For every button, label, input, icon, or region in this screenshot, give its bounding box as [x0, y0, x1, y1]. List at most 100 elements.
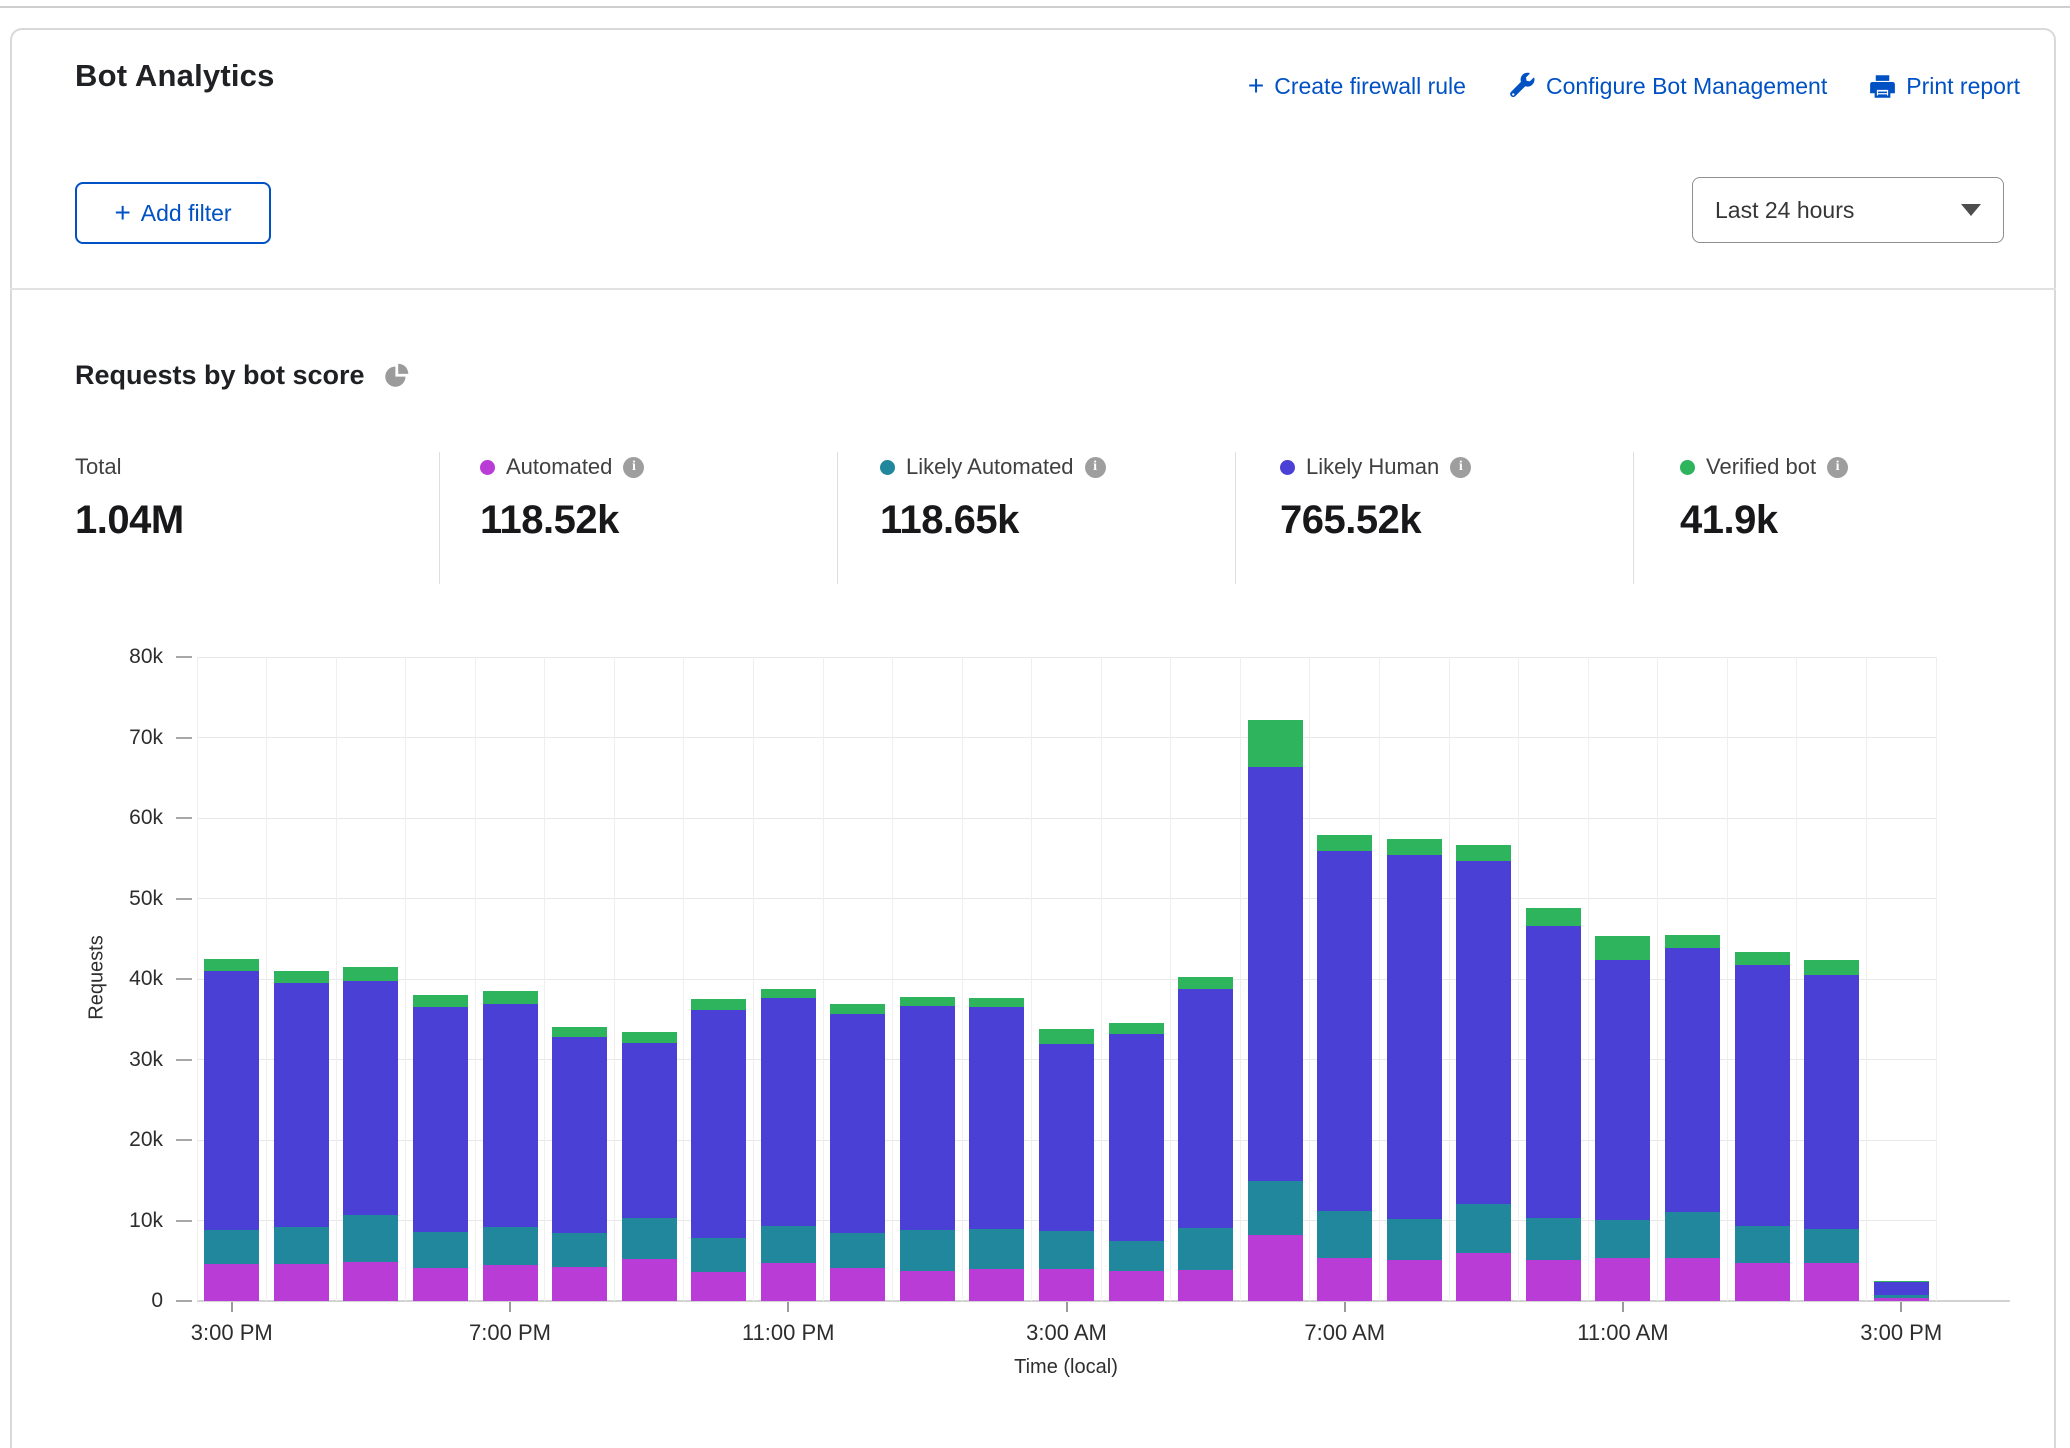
bar-segment-likely-human[interactable] [552, 1037, 607, 1233]
bar-3-00-PM[interactable] [1874, 1281, 1929, 1301]
bar-segment-likely-human[interactable] [343, 981, 398, 1215]
bar-10-00-AM[interactable] [1526, 908, 1581, 1301]
bar-segment-verified-bot[interactable] [1595, 936, 1650, 960]
bar-segment-likely-automated[interactable] [830, 1233, 885, 1268]
bar-segment-automated[interactable] [343, 1262, 398, 1301]
bar-segment-verified-bot[interactable] [969, 998, 1024, 1008]
bar-segment-likely-automated[interactable] [622, 1218, 677, 1259]
bar-12-00-AM[interactable] [830, 1004, 885, 1301]
bar-segment-likely-human[interactable] [413, 1007, 468, 1232]
bar-segment-verified-bot[interactable] [1526, 908, 1581, 926]
bar-segment-likely-human[interactable] [483, 1004, 538, 1227]
bar-segment-automated[interactable] [1109, 1271, 1164, 1301]
bar-segment-verified-bot[interactable] [274, 971, 329, 983]
bar-segment-automated[interactable] [1317, 1258, 1372, 1301]
bar-8-00-AM[interactable] [1387, 839, 1442, 1301]
bar-segment-likely-human[interactable] [1595, 960, 1650, 1220]
bar-12-00-PM[interactable] [1665, 935, 1720, 1301]
bar-8-00-PM[interactable] [552, 1027, 607, 1301]
bar-segment-automated[interactable] [1735, 1263, 1790, 1301]
bar-segment-verified-bot[interactable] [1665, 935, 1720, 948]
bar-segment-automated[interactable] [969, 1269, 1024, 1301]
bar-segment-verified-bot[interactable] [1039, 1029, 1094, 1044]
bar-segment-verified-bot[interactable] [1804, 960, 1859, 975]
bar-segment-automated[interactable] [900, 1271, 955, 1301]
bar-segment-likely-human[interactable] [1317, 851, 1372, 1211]
bar-segment-likely-automated[interactable] [413, 1232, 468, 1268]
bar-segment-likely-human[interactable] [1665, 948, 1720, 1212]
bar-segment-verified-bot[interactable] [1109, 1023, 1164, 1033]
bar-segment-automated[interactable] [1456, 1253, 1511, 1301]
bar-segment-likely-human[interactable] [969, 1007, 1024, 1229]
bar-segment-likely-automated[interactable] [343, 1215, 398, 1262]
bar-segment-likely-human[interactable] [1874, 1282, 1929, 1296]
bar-segment-automated[interactable] [1665, 1258, 1720, 1301]
bar-segment-likely-human[interactable] [204, 971, 259, 1230]
bar-10-00-PM[interactable] [691, 999, 746, 1301]
bar-segment-likely-automated[interactable] [552, 1233, 607, 1267]
bar-segment-verified-bot[interactable] [413, 995, 468, 1007]
bar-segment-verified-bot[interactable] [1456, 845, 1511, 862]
bar-6-00-PM[interactable] [413, 995, 468, 1301]
bar-segment-verified-bot[interactable] [1317, 835, 1372, 851]
bar-segment-automated[interactable] [1804, 1263, 1859, 1301]
bar-segment-likely-automated[interactable] [1109, 1241, 1164, 1272]
bar-segment-verified-bot[interactable] [900, 997, 955, 1007]
bar-segment-automated[interactable] [1039, 1269, 1094, 1301]
bar-segment-likely-automated[interactable] [761, 1226, 816, 1263]
bar-2-00-AM[interactable] [969, 998, 1024, 1301]
bar-segment-likely-automated[interactable] [1595, 1220, 1650, 1259]
bar-segment-likely-automated[interactable] [1039, 1231, 1094, 1269]
bar-segment-likely-human[interactable] [830, 1014, 885, 1232]
bar-segment-automated[interactable] [830, 1268, 885, 1301]
bar-segment-verified-bot[interactable] [622, 1032, 677, 1042]
bar-segment-likely-human[interactable] [622, 1043, 677, 1218]
bar-5-00-PM[interactable] [343, 967, 398, 1301]
bar-segment-likely-automated[interactable] [1178, 1228, 1233, 1270]
bar-segment-verified-bot[interactable] [691, 999, 746, 1010]
bar-9-00-AM[interactable] [1456, 845, 1511, 1301]
bar-segment-likely-automated[interactable] [1387, 1219, 1442, 1260]
bar-segment-likely-automated[interactable] [1735, 1226, 1790, 1263]
bar-segment-automated[interactable] [1526, 1260, 1581, 1301]
bar-segment-likely-automated[interactable] [969, 1229, 1024, 1268]
bar-segment-likely-human[interactable] [1178, 989, 1233, 1228]
bar-segment-automated[interactable] [204, 1264, 259, 1301]
bar-segment-verified-bot[interactable] [1178, 977, 1233, 988]
bar-segment-verified-bot[interactable] [1248, 720, 1303, 767]
bar-1-00-AM[interactable] [900, 997, 955, 1301]
bar-segment-automated[interactable] [483, 1265, 538, 1301]
bar-segment-verified-bot[interactable] [761, 989, 816, 998]
bar-6-00-AM[interactable] [1248, 720, 1303, 1301]
bar-2-00-PM[interactable] [1804, 960, 1859, 1301]
bar-segment-automated[interactable] [1178, 1270, 1233, 1301]
bar-7-00-PM[interactable] [483, 991, 538, 1301]
bar-segment-likely-automated[interactable] [1248, 1181, 1303, 1235]
bar-segment-likely-automated[interactable] [691, 1238, 746, 1272]
bar-4-00-PM[interactable] [274, 971, 329, 1301]
bar-segment-automated[interactable] [1248, 1235, 1303, 1301]
bar-segment-verified-bot[interactable] [343, 967, 398, 981]
bar-segment-automated[interactable] [1387, 1260, 1442, 1301]
bar-3-00-AM[interactable] [1039, 1029, 1094, 1301]
bar-3-00-PM[interactable] [204, 959, 259, 1301]
bar-11-00-AM[interactable] [1595, 936, 1650, 1301]
bar-segment-likely-automated[interactable] [900, 1230, 955, 1271]
bar-segment-likely-human[interactable] [274, 983, 329, 1227]
bar-segment-verified-bot[interactable] [830, 1004, 885, 1014]
bar-segment-likely-automated[interactable] [204, 1230, 259, 1264]
bar-segment-automated[interactable] [1595, 1258, 1650, 1301]
bar-segment-likely-human[interactable] [1526, 926, 1581, 1218]
bar-segment-likely-human[interactable] [1109, 1034, 1164, 1241]
bar-9-00-PM[interactable] [622, 1032, 677, 1301]
bar-segment-automated[interactable] [761, 1263, 816, 1301]
bar-segment-verified-bot[interactable] [1387, 839, 1442, 855]
bar-segment-likely-human[interactable] [1387, 855, 1442, 1219]
bar-segment-verified-bot[interactable] [1735, 952, 1790, 965]
bar-segment-automated[interactable] [691, 1272, 746, 1301]
bar-segment-likely-human[interactable] [1039, 1044, 1094, 1231]
bar-segment-likely-human[interactable] [900, 1006, 955, 1230]
bar-7-00-AM[interactable] [1317, 835, 1372, 1301]
bar-segment-likely-automated[interactable] [483, 1227, 538, 1265]
bar-segment-automated[interactable] [622, 1259, 677, 1301]
